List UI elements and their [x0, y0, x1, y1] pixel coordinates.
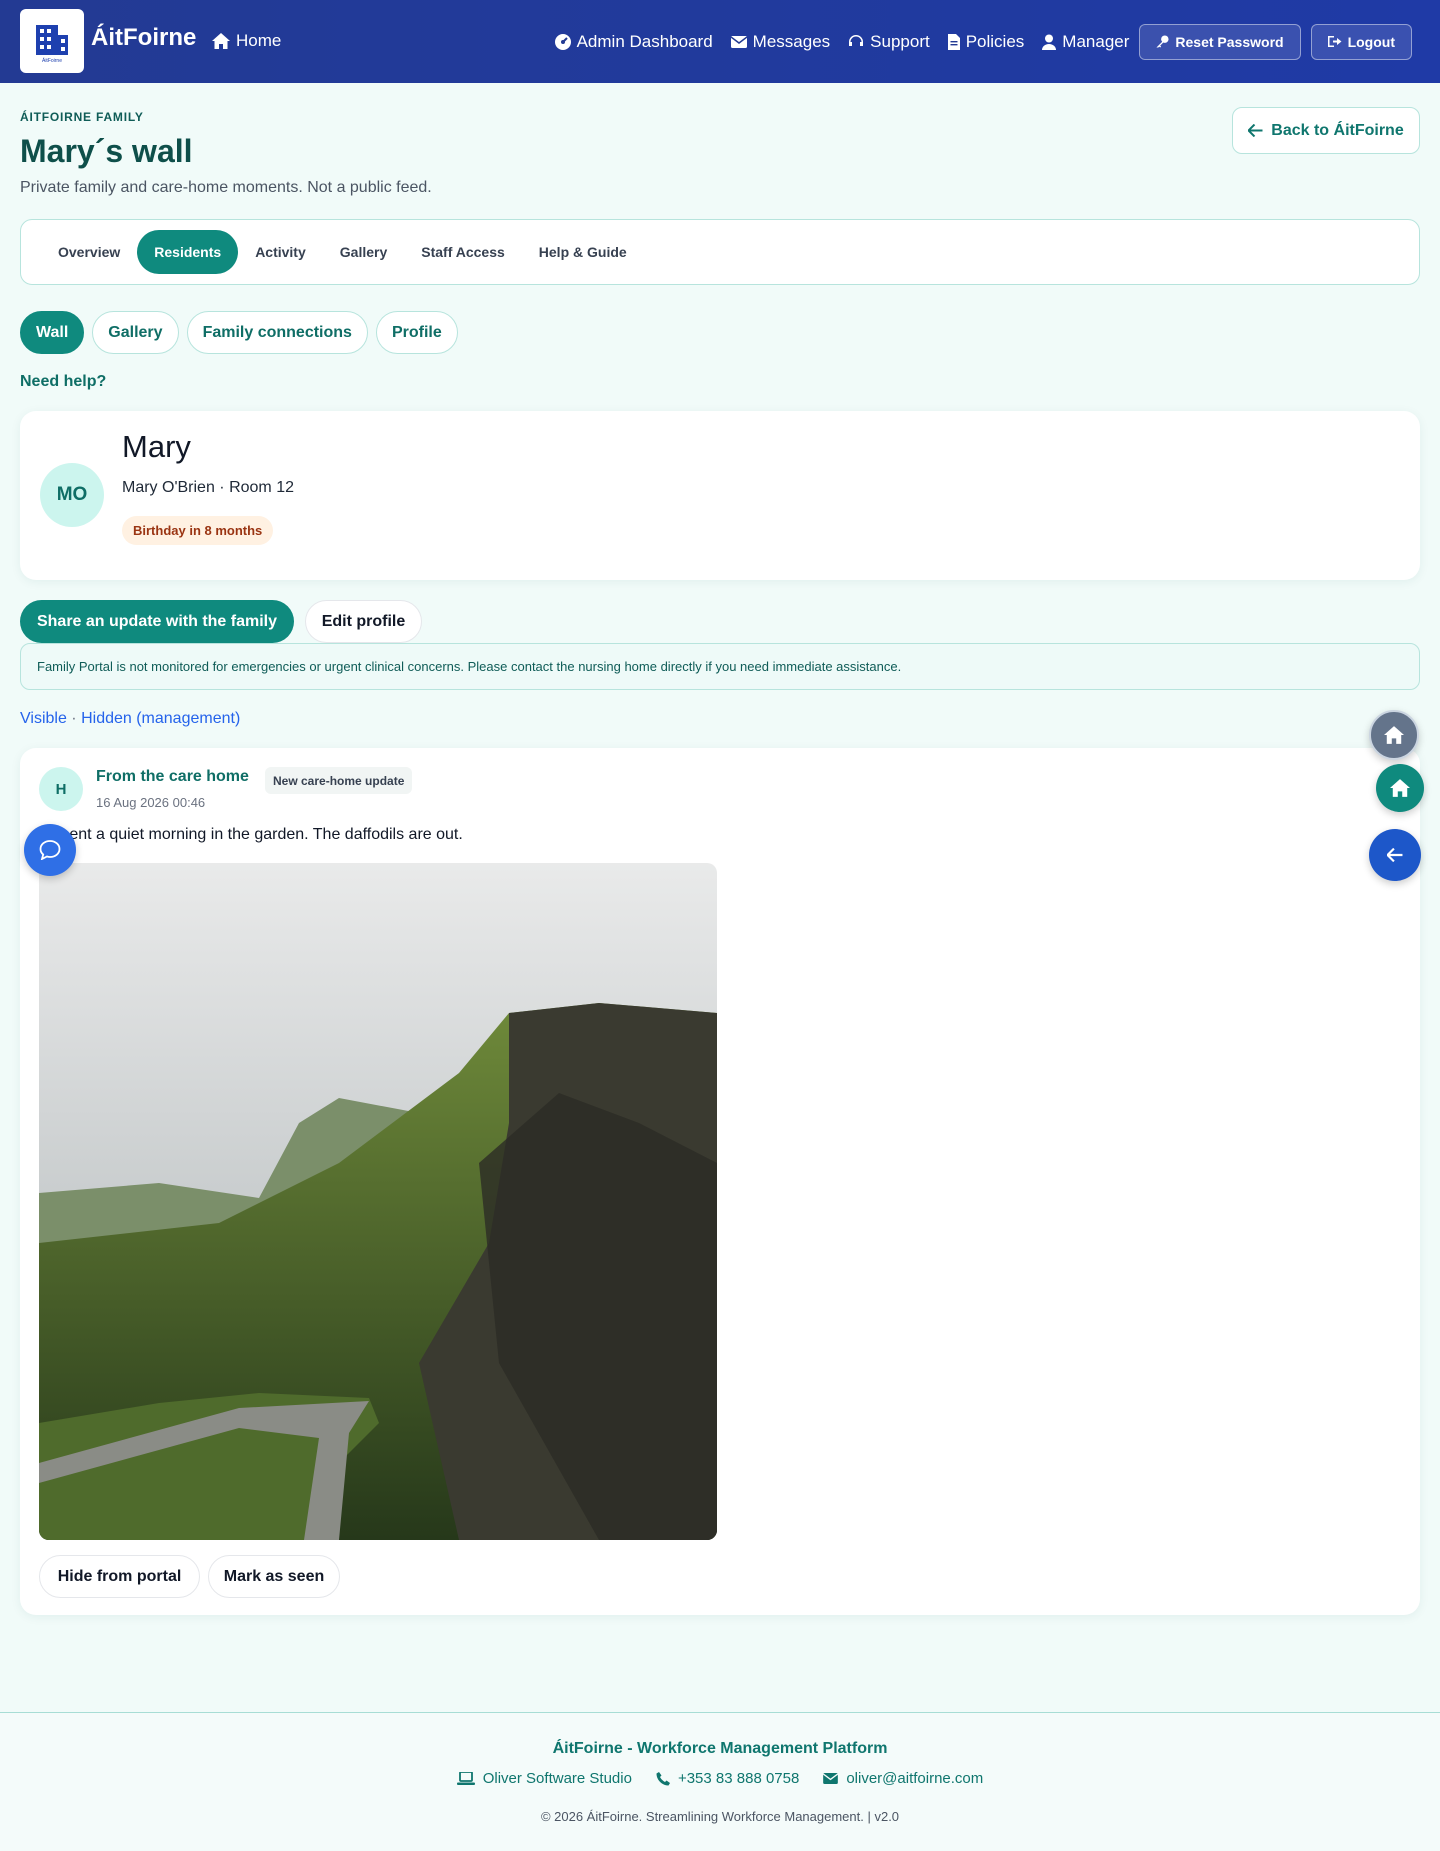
- arrow-left-icon: [1387, 848, 1403, 862]
- footer-contacts: Oliver Software Studio +353 83 888 0758 …: [0, 1770, 1440, 1787]
- subtab-profile[interactable]: Profile: [375, 311, 458, 354]
- page-footer: ÁitFoirne - Workforce Management Platfor…: [0, 1712, 1440, 1851]
- chat-bubble-icon: [39, 840, 61, 860]
- logout-button[interactable]: Logout: [1310, 23, 1412, 60]
- laptop-icon: [456, 1772, 475, 1785]
- nav-manager-label: Manager: [1062, 31, 1130, 51]
- visibility-filter: Visible · Hidden (management): [20, 710, 240, 728]
- post-photo[interactable]: [39, 863, 717, 1540]
- page-eyebrow: ÁITFOIRNE FAMILY: [20, 110, 144, 124]
- building-logo-icon: [36, 24, 68, 55]
- nav-admin-dashboard-label: Admin Dashboard: [576, 31, 713, 51]
- nav-support[interactable]: Support: [848, 32, 930, 52]
- footer-studio: Oliver Software Studio: [456, 1770, 632, 1787]
- key-icon: [1156, 35, 1169, 48]
- birthday-badge: Birthday in 8 months: [122, 516, 274, 545]
- emergency-notice: Family Portal is not monitored for emerg…: [20, 643, 1420, 690]
- back-fab[interactable]: [1369, 829, 1421, 881]
- tab-help-guide[interactable]: Help & Guide: [522, 230, 644, 274]
- reset-password-label: Reset Password: [1175, 33, 1284, 50]
- user-icon: [1042, 34, 1057, 50]
- post-author: From the care home: [96, 768, 249, 785]
- home-icon: [1390, 779, 1410, 797]
- phone-icon: [656, 1771, 670, 1785]
- envelope-icon: [823, 1773, 839, 1784]
- footer-copyright: © 2026 ÁitFoirne. Streamlining Workforce…: [540, 1809, 900, 1824]
- brand-name[interactable]: ÁitFoirne: [91, 24, 196, 52]
- footer-email-label: oliver@aitfoirne.com: [846, 1770, 984, 1787]
- nav-policies-label: Policies: [965, 31, 1025, 51]
- post-timestamp: 16 Aug 2026 00:46: [96, 795, 206, 810]
- footer-phone-label: +353 83 888 0758: [677, 1770, 800, 1787]
- nav-support-label: Support: [870, 31, 930, 51]
- reset-password-button[interactable]: Reset Password: [1139, 23, 1301, 60]
- nav-home-label: Home: [236, 31, 282, 50]
- wall-post-card: H From the care home New care-home updat…: [20, 748, 1420, 1615]
- logo-caption: ÁitFoirne: [41, 57, 62, 64]
- home-icon: [1384, 726, 1404, 744]
- post-update-tag: New care-home update: [265, 767, 413, 794]
- home-icon: [212, 33, 230, 49]
- footer-title: ÁitFoirne - Workforce Management Platfor…: [552, 1740, 888, 1757]
- resident-sub-tabs: Wall Gallery Family connections Profile: [20, 311, 458, 354]
- tab-gallery[interactable]: Gallery: [323, 230, 404, 274]
- home-shortcut-fab[interactable]: [1369, 710, 1419, 760]
- nav-manager[interactable]: Manager: [1042, 32, 1129, 52]
- footer-studio-label: Oliver Software Studio: [482, 1770, 632, 1787]
- nav-policies[interactable]: Policies: [947, 31, 1025, 52]
- resident-avatar: MO: [40, 463, 104, 527]
- chat-fab[interactable]: [24, 824, 76, 876]
- page-title: Mary´s wall: [20, 133, 193, 169]
- hide-from-portal-button[interactable]: Hide from portal: [39, 1555, 200, 1598]
- subtab-family-connections[interactable]: Family connections: [186, 311, 368, 354]
- edit-profile-button[interactable]: Edit profile: [305, 600, 422, 643]
- page-subtitle: Private family and care-home moments. No…: [20, 179, 432, 196]
- nav-messages-label: Messages: [752, 31, 831, 51]
- resident-meta: Mary O'Brien · Room 12: [122, 479, 294, 496]
- tab-residents[interactable]: Residents: [137, 230, 239, 274]
- post-text: y spent a quiet morning in the garden. T…: [40, 826, 463, 843]
- logout-icon: [1327, 36, 1342, 47]
- dashboard-gauge-icon: [554, 33, 571, 50]
- tab-staff-access[interactable]: Staff Access: [404, 230, 522, 274]
- back-to-app-button[interactable]: Back to ÁitFoirne: [1232, 107, 1420, 154]
- tab-activity[interactable]: Activity: [238, 230, 323, 274]
- document-icon: [947, 33, 960, 50]
- home-fab[interactable]: [1376, 764, 1424, 812]
- nav-right-group: Admin Dashboard Messages Support Policie…: [537, 0, 1412, 83]
- hidden-filter-link[interactable]: Hidden (management): [81, 710, 240, 727]
- need-help-link[interactable]: Need help?: [20, 373, 106, 391]
- subtab-wall[interactable]: Wall: [20, 311, 85, 354]
- resident-profile-card: MO Mary Mary O'Brien · Room 12 Birthday …: [20, 411, 1420, 580]
- resident-name: Mary: [122, 429, 191, 464]
- arrow-left-icon: [1248, 124, 1263, 137]
- top-navbar: ÁitFoirne ÁitFoirne Home Admin Dashboard…: [0, 0, 1440, 83]
- subtab-gallery[interactable]: Gallery: [92, 311, 179, 354]
- nav-home-link[interactable]: Home: [212, 31, 281, 51]
- post-author-avatar: H: [39, 767, 83, 811]
- app-logo[interactable]: ÁitFoirne: [20, 9, 84, 73]
- nav-messages[interactable]: Messages: [730, 31, 831, 52]
- visible-filter-link[interactable]: Visible: [20, 710, 67, 727]
- nav-admin-dashboard[interactable]: Admin Dashboard: [554, 31, 713, 52]
- visibility-separator: ·: [71, 710, 77, 727]
- mark-as-seen-button[interactable]: Mark as seen: [208, 1555, 340, 1598]
- tab-overview[interactable]: Overview: [41, 230, 137, 274]
- share-update-button[interactable]: Share an update with the family: [20, 600, 294, 643]
- back-to-app-label: Back to ÁitFoirne: [1271, 121, 1404, 139]
- footer-phone[interactable]: +353 83 888 0758: [656, 1770, 799, 1787]
- envelope-icon: [730, 35, 747, 48]
- headset-icon: [849, 34, 864, 46]
- main-tab-bar: Overview Residents Activity Gallery Staf…: [20, 219, 1420, 285]
- logout-label: Logout: [1347, 33, 1395, 50]
- landscape-photo: [39, 863, 717, 1540]
- footer-email[interactable]: oliver@aitfoirne.com: [823, 1770, 983, 1787]
